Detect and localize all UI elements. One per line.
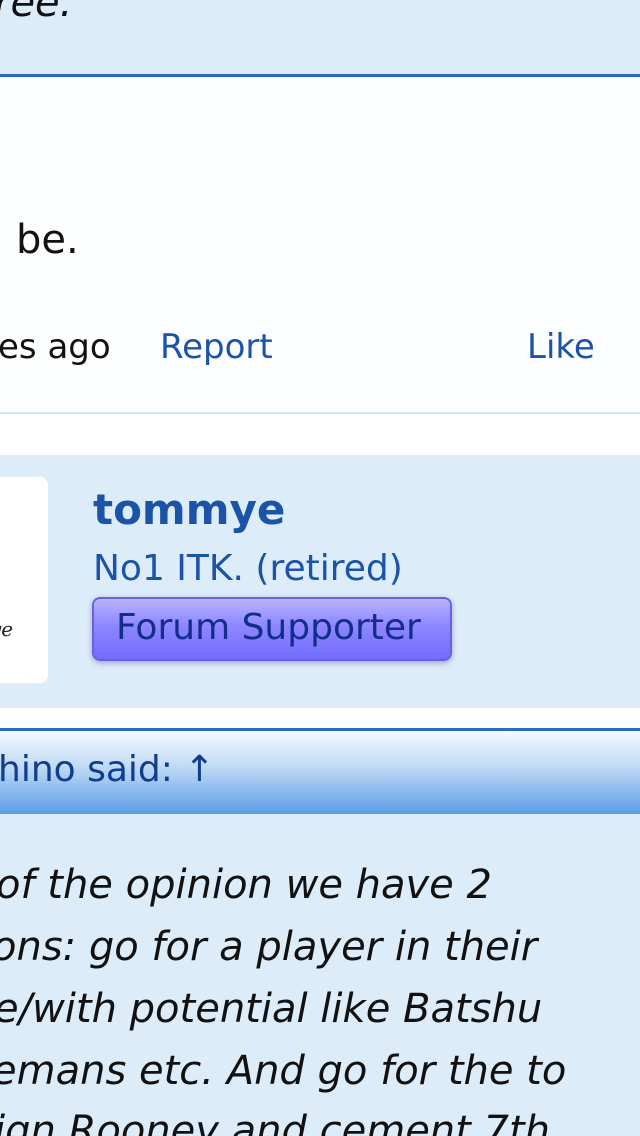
post-timestamp: es ago bbox=[0, 327, 111, 367]
quote-author-label[interactable]: hino said: ↑ bbox=[0, 749, 215, 790]
quote-line: ign Rooney and cement 7th bbox=[0, 1108, 551, 1136]
like-link[interactable]: Like bbox=[527, 327, 595, 367]
forum-supporter-badge: Forum Supporter bbox=[92, 597, 452, 661]
previous-message: be. es ago Report Like bbox=[0, 77, 640, 414]
previous-quote-text: ree. bbox=[0, 0, 73, 26]
previous-quote-block: ree. bbox=[0, 0, 640, 77]
avatar-signature-image: ye bbox=[0, 617, 14, 641]
user-title: No1 ITK. (retired) bbox=[93, 548, 403, 589]
quote-line: of the opinion we have 2 bbox=[0, 862, 492, 908]
previous-message-text: be. bbox=[16, 217, 79, 263]
quote-line: ons: go for a player in their bbox=[0, 924, 538, 970]
avatar[interactable]: ye bbox=[0, 477, 48, 683]
quote-body: of the opinion we have 2 ons: go for a p… bbox=[0, 814, 640, 1136]
quote-line: e/with potential like Batshu bbox=[0, 986, 543, 1032]
badge-label: Forum Supporter bbox=[116, 607, 421, 648]
report-link[interactable]: Report bbox=[160, 327, 273, 367]
username-link[interactable]: tommye bbox=[93, 485, 285, 534]
quote-header[interactable]: hino said: ↑ bbox=[0, 728, 640, 814]
quote-line: emans etc. And go for the to bbox=[0, 1048, 567, 1094]
